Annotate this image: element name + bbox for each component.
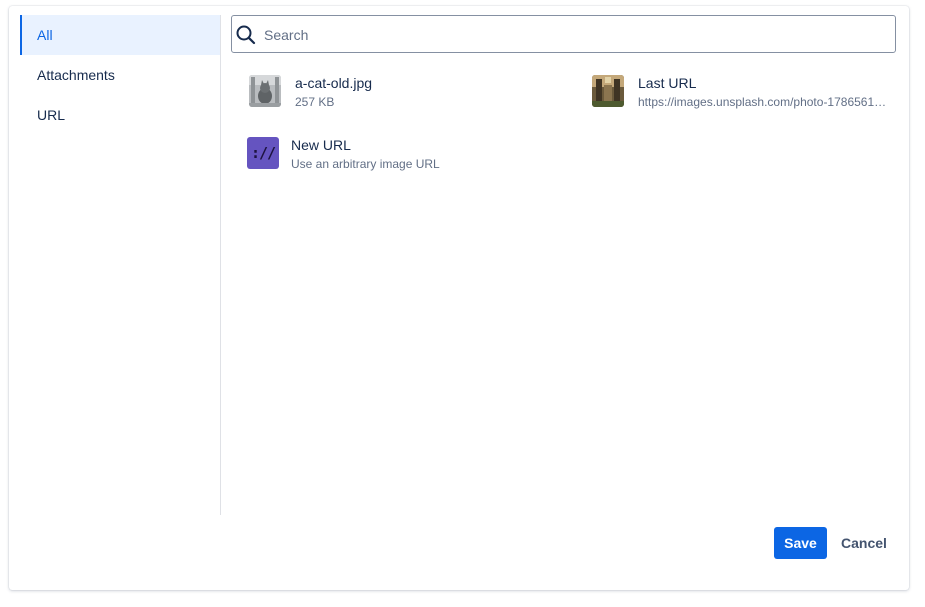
- result-item-cat-image[interactable]: a-cat-old.jpg 257 KB: [247, 72, 557, 112]
- result-title: a-cat-old.jpg: [295, 75, 373, 91]
- image-picker-dialog: All Attachments URL a-cat-old.jpg: [9, 6, 909, 590]
- result-item-new-url[interactable]: :// New URL Use an arbitrary image URL: [247, 134, 557, 174]
- result-item-last-url[interactable]: Last URL https://images.unsplash.com/pho…: [590, 72, 890, 112]
- link-icon-glyph: ://: [250, 144, 276, 162]
- search-input[interactable]: [262, 16, 886, 54]
- result-title: New URL: [291, 137, 351, 153]
- result-title: Last URL: [638, 75, 697, 91]
- cancel-button[interactable]: Cancel: [835, 527, 893, 559]
- sidebar: All Attachments URL: [20, 15, 221, 515]
- search-box: [231, 15, 896, 54]
- result-subtitle: Use an arbitrary image URL: [291, 157, 440, 171]
- cat-image-thumbnail: [249, 75, 281, 107]
- photo-thumbnail: [592, 75, 624, 107]
- search-icon: [236, 25, 256, 45]
- sidebar-item-all[interactable]: All: [20, 15, 220, 55]
- result-subtitle: https://images.unsplash.com/photo-178656…: [638, 95, 887, 109]
- save-button[interactable]: Save: [774, 527, 827, 559]
- sidebar-item-url[interactable]: URL: [20, 95, 220, 135]
- link-icon: ://: [247, 137, 279, 169]
- sidebar-item-attachments[interactable]: Attachments: [20, 55, 220, 95]
- result-subtitle: 257 KB: [295, 95, 335, 109]
